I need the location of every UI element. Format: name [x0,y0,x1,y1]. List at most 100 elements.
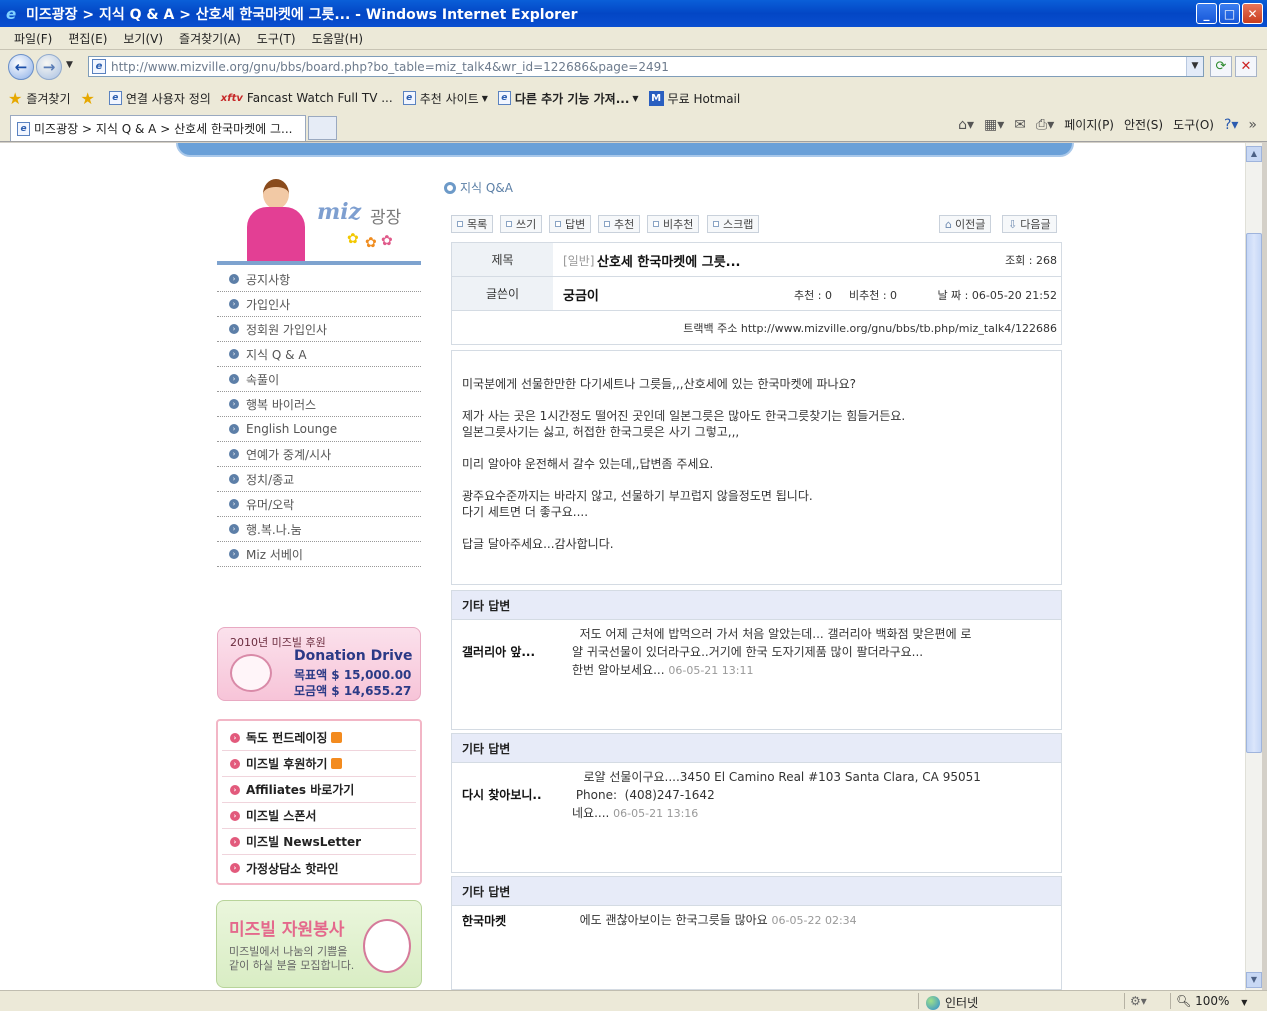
link-hotline[interactable]: › 가정상담소 핫라인 [222,855,416,881]
fav-link-suggested-sites[interactable]: e 추천 사이트 ▼ [402,90,488,107]
link-newsletter[interactable]: › 미즈빌 NewsLetter [222,829,416,855]
reply-author[interactable]: 한국마켓 [462,912,506,929]
refresh-button[interactable]: ⟳ [1210,56,1232,77]
forward-button[interactable]: → [36,54,62,80]
recommend-button[interactable]: 추천 [598,215,641,233]
side-menu-item[interactable]: › 연예가 중계/시사 [217,442,421,467]
maximize-button[interactable]: □ [1219,3,1240,24]
reply-author[interactable]: 다시 찾아보니.. [462,786,542,803]
reply-author[interactable]: 갤러리아 앞... [462,643,535,660]
prev-post-button[interactable]: ⌂ 이전글 [939,215,992,233]
add-favorite-button[interactable]: ★ [81,89,99,108]
chevron-right-icon[interactable]: » [1248,117,1257,133]
scrap-button[interactable]: 스크랩 [707,215,760,233]
side-menu-label: 공지사항 [246,272,291,287]
menu-tools[interactable]: 도구(T) [249,30,304,47]
bullet-icon: › [229,549,239,559]
reply-line-last: 한번 알아보세요... 06-05-21 13:11 [572,661,1012,680]
donation-banner[interactable]: 2010년 미즈빌 후원 Donation Drive 목표액 $ 15,000… [217,627,421,701]
page-menu[interactable]: 페이지(P) [1064,116,1114,133]
side-menu-item[interactable]: › English Lounge [217,417,421,442]
back-button[interactable]: ← [8,54,34,80]
favorites-label: 즐겨찾기 [26,91,71,106]
flower-icon: ✿ [347,231,359,247]
top-banner [176,143,1074,157]
close-button[interactable]: ✕ [1242,3,1263,24]
side-menu-label: 정회원 가입인사 [246,322,328,337]
scroll-up-button[interactable]: ▲ [1246,146,1262,162]
side-menu-item[interactable]: › 가입인사 [217,292,421,317]
help-icon[interactable]: ?▾ [1224,117,1238,133]
url-input[interactable]: e http://www.mizville.org/gnu/bbs/board.… [88,56,1204,77]
not-recommend-button[interactable]: 비추천 [647,215,700,233]
trackback-url[interactable]: 트랙백 주소 http://www.mizville.org/gnu/bbs/t… [683,320,1057,336]
side-menu-item[interactable]: › 행.복.나.눔 [217,517,421,542]
menu-file[interactable]: 파일(F) [6,30,60,47]
bullet-icon: › [229,299,239,309]
side-menu-item[interactable]: › 지식 Q & A [217,342,421,367]
bullet-icon: › [229,399,239,409]
history-dropdown-icon[interactable]: ▼ [66,60,73,70]
bullet-icon: › [229,374,239,384]
reply-text: 로얄 선물이구요....3450 El Camino Real #103 San… [572,768,1012,823]
bullet-icon: › [230,810,240,821]
bullet-icon: › [229,449,239,459]
reply-button[interactable]: 답변 [549,215,592,233]
msn-icon: M [648,90,664,106]
next-post-button[interactable]: ⇩ 다음글 [1002,215,1057,233]
scroll-down-button[interactable]: ▼ [1246,972,1262,988]
rss-feed-icon[interactable]: ▦▾ [984,117,1004,133]
post-writer[interactable]: 궁금이 [563,285,599,304]
minimize-button[interactable]: _ [1196,3,1217,24]
list-button[interactable]: 목록 [451,215,494,233]
side-menu-item[interactable]: › 유머/오락 [217,492,421,517]
tab-current[interactable]: e 미즈광장 > 지식 Q & A > 산호세 한국마켓에 그... [10,115,306,141]
protected-mode-icon[interactable]: ⚙▾ [1130,994,1147,1008]
menu-favorites[interactable]: 즐겨찾기(A) [171,30,249,47]
side-menu-item[interactable]: › Miz 서베이 [217,542,421,567]
side-menu-item[interactable]: › 공지사항 [217,267,421,292]
new-tab-button[interactable] [308,116,337,140]
subject-label: 제목 [452,243,553,276]
mail-icon[interactable]: ✉ [1014,117,1026,133]
fav-link-addons[interactable]: e 다른 추가 기능 가져... ▼ [497,90,639,107]
link-affiliates[interactable]: › Affiliates 바로가기 [222,777,416,803]
scroll-thumb[interactable] [1246,233,1262,753]
reply-item: 기타 답변 한국마켓 에도 괜찮아보이는 한국그릇들 많아요 06-05-22 … [451,876,1062,990]
board-toolbar: 목록 쓰기 답변 추천 비추천 스크랩 ⌂ 이전글 ⇩ 다음글 [451,215,1062,235]
tools-menu[interactable]: 도구(O) [1173,116,1214,133]
reply-time: 06-05-21 13:11 [668,664,754,677]
square-bullet-icon [457,221,463,227]
stop-button[interactable]: ✕ [1235,56,1257,77]
favorites-button[interactable]: ★ 즐겨찾기 [8,89,71,108]
home-icon[interactable]: ⌂▾ [958,117,974,133]
logo-word: miz [317,199,362,225]
fav-link-fancast[interactable]: xftv Fancast Watch Full TV ... [221,91,393,105]
zoom-control[interactable]: 🔍︎ 100% ▼ [1176,994,1247,1008]
link-sponsor[interactable]: › 미즈빌 스폰서 [222,803,416,829]
miz-logo[interactable]: ✿ ✿ ✿ miz 광장 [217,173,421,265]
link-support-mizville[interactable]: › 미즈빌 후원하기 [222,751,416,777]
side-menu-item[interactable]: › 정치/종교 [217,467,421,492]
vertical-scrollbar[interactable]: ▲ ▼ [1245,143,1262,990]
page-viewport: ✿ ✿ ✿ miz 광장 › 공지사항 › 가입인사 › 정회원 가입인사 › 지식 Q… [0,143,1245,990]
link-dokdo-fundraising[interactable]: › 독도 펀드레이징 [222,725,416,751]
url-dropdown-icon[interactable]: ▼ [1186,57,1203,76]
safety-menu[interactable]: 안전(S) [1124,116,1163,133]
security-zone[interactable]: 인터넷 [926,994,978,1011]
status-divider [1124,993,1125,1009]
logo-underline [217,261,421,265]
side-menu-item[interactable]: › 정회원 가입인사 [217,317,421,342]
volunteer-banner[interactable]: 미즈빌 자원봉사 미즈빌에서 나눔의 기쁨을 같이 하실 분을 모집합니다. [216,900,422,988]
down-small-icon: ⇩ [1008,217,1018,231]
side-menu-item[interactable]: › 행복 바이러스 [217,392,421,417]
fav-link-hotmail[interactable]: M 무료 Hotmail [648,90,740,107]
menu-help[interactable]: 도움말(H) [304,30,372,47]
menu-edit[interactable]: 편집(E) [60,30,115,47]
print-icon[interactable]: ⎙▾ [1036,117,1054,133]
side-menu-item[interactable]: › 속풀이 [217,367,421,392]
write-button[interactable]: 쓰기 [500,215,543,233]
fav-link-customize[interactable]: e 연결 사용자 정의 [108,90,211,107]
home-small-icon: ⌂ [945,217,952,231]
menu-view[interactable]: 보기(V) [115,30,171,47]
